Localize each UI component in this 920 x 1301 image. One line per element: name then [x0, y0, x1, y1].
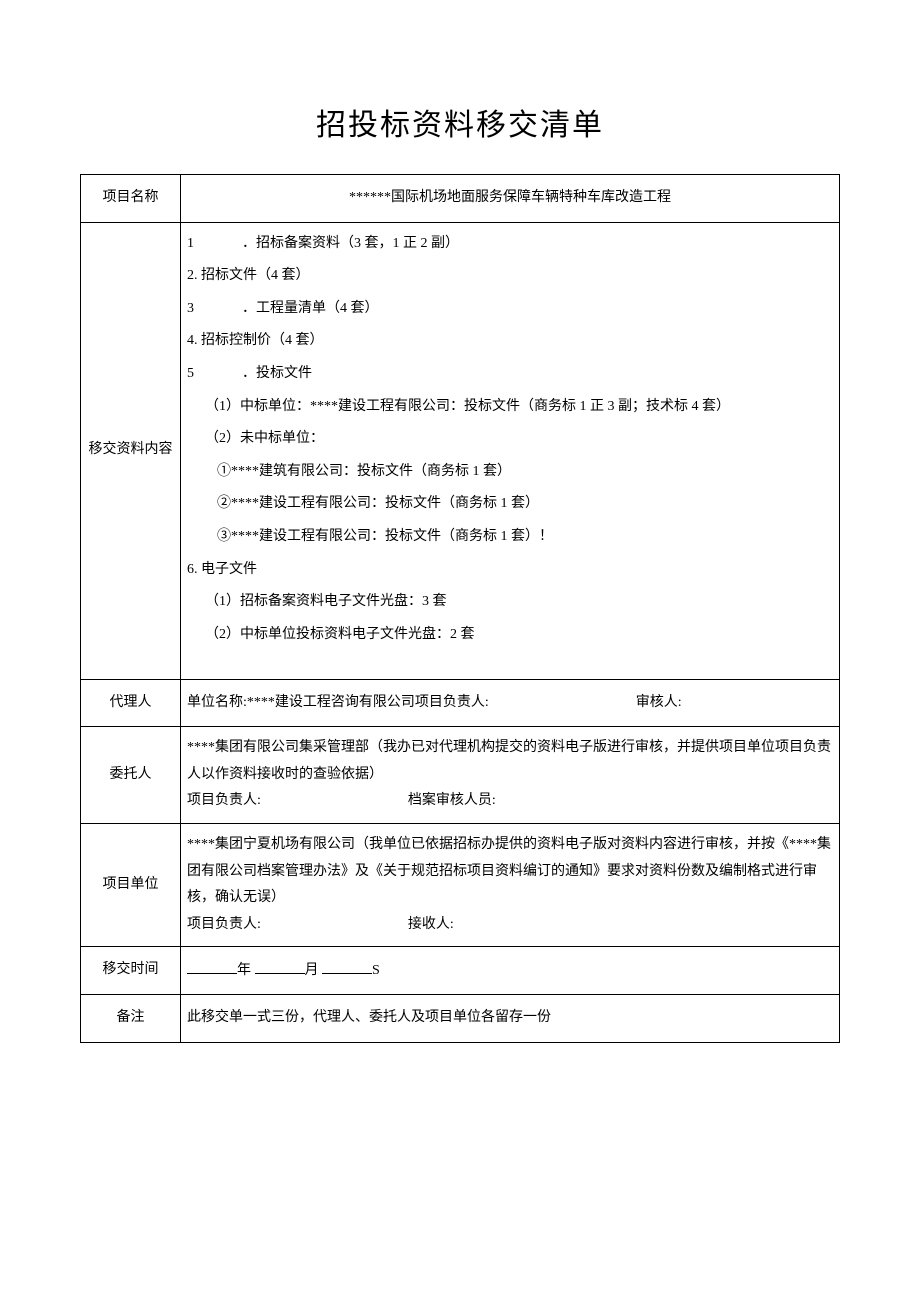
material-item-text: ．招标备案资料（3 套，1 正 2 副） — [242, 236, 459, 251]
document-title: 招投标资料移交清单 — [80, 100, 840, 144]
material-item-number: 5 — [187, 366, 194, 381]
material-item: 3 ．工程量清单（4 套） — [187, 296, 833, 323]
handover-table: 项目名称 ******国际机场地面服务保障车辆特种车库改造工程 移交资料内容 1… — [80, 174, 840, 1043]
label-client: 委托人 — [81, 727, 181, 824]
material-item-text: 招标控制价（4 套） — [198, 333, 324, 348]
material-item: （2）未中标单位： — [187, 426, 833, 453]
material-item: ①****建筑有限公司：投标文件（商务标 1 套） — [187, 459, 833, 486]
row-unit: 项目单位 ****集团宁夏机场有限公司（我单位已依据招标办提供的资料电子版对资料… — [81, 823, 840, 946]
material-item-text: （1）中标单位：****建设工程有限公司：投标文件（商务标 1 正 3 副；技术… — [205, 399, 730, 414]
unit-desc: ****集团宁夏机场有限公司（我单位已依据招标办提供的资料电子版对资料内容进行审… — [187, 832, 833, 912]
value-remark: 此移交单一式三份，代理人、委托人及项目单位各留存一份 — [181, 994, 840, 1042]
row-remark: 备注 此移交单一式三份，代理人、委托人及项目单位各留存一份 — [81, 994, 840, 1042]
material-item: （1）中标单位：****建设工程有限公司：投标文件（商务标 1 正 3 副；技术… — [187, 394, 833, 421]
blank-year — [187, 957, 237, 974]
material-item-number: 6. — [187, 562, 198, 577]
client-pm-label: 项目负责人: — [187, 793, 261, 808]
material-item: 6. 电子文件 — [187, 557, 833, 584]
value-client: ****集团有限公司集采管理部（我办已对代理机构提交的资料电子版进行审核，并提供… — [181, 727, 840, 824]
row-materials: 移交资料内容 1 ．招标备案资料（3 套，1 正 2 副） 2. 招标文件（4 套）… — [81, 222, 840, 679]
material-item-text: 电子文件 — [198, 562, 258, 577]
unit-pm-label: 项目负责人: — [187, 917, 261, 932]
material-item-text: （2）未中标单位： — [205, 431, 324, 446]
material-item-number: 4. — [187, 333, 198, 348]
material-item-text: 招标文件（4 套） — [198, 268, 310, 283]
material-item-number: 2. — [187, 268, 198, 283]
value-time: 年 月 S — [181, 947, 840, 995]
label-project-name: 项目名称 — [81, 175, 181, 223]
time-s: S — [372, 963, 380, 978]
row-time: 移交时间 年 月 S — [81, 947, 840, 995]
value-project-name: ******国际机场地面服务保障车辆特种车库改造工程 — [181, 175, 840, 223]
time-year: 年 — [237, 963, 255, 978]
material-item: ②****建设工程有限公司：投标文件（商务标 1 套） — [187, 491, 833, 518]
value-materials: 1 ．招标备案资料（3 套，1 正 2 副） 2. 招标文件（4 套） 3 ．工程量清单… — [181, 222, 840, 679]
material-item-text: ①****建筑有限公司：投标文件（商务标 1 套） — [217, 464, 511, 479]
material-item: 2. 招标文件（4 套） — [187, 263, 833, 290]
label-unit: 项目单位 — [81, 823, 181, 946]
material-item-text: ③****建设工程有限公司：投标文件（商务标 1 套）！ — [217, 529, 553, 544]
blank-s — [322, 957, 372, 974]
material-item-text: ．工程量清单（4 套） — [242, 301, 379, 316]
label-time: 移交时间 — [81, 947, 181, 995]
client-desc: ****集团有限公司集采管理部（我办已对代理机构提交的资料电子版进行审核，并提供… — [187, 735, 833, 788]
material-item-number: 3 — [187, 301, 194, 316]
material-item-text: ．投标文件 — [242, 366, 312, 381]
material-item: （1）招标备案资料电子文件光盘：3 套 — [187, 589, 833, 616]
agent-reviewer-label: 审核人: — [636, 695, 682, 710]
material-item-text: （2）中标单位投标资料电子文件光盘：2 套 — [205, 627, 475, 642]
unit-receiver-label: 接收人: — [408, 917, 454, 932]
value-agent: 单位名称:****建设工程咨询有限公司项目负责人: 审核人: — [181, 679, 840, 727]
material-item: 4. 招标控制价（4 套） — [187, 328, 833, 355]
value-unit: ****集团宁夏机场有限公司（我单位已依据招标办提供的资料电子版对资料内容进行审… — [181, 823, 840, 946]
label-remark: 备注 — [81, 994, 181, 1042]
material-item: ③****建设工程有限公司：投标文件（商务标 1 套）！ — [187, 524, 833, 551]
label-agent: 代理人 — [81, 679, 181, 727]
material-item-text: ②****建设工程有限公司：投标文件（商务标 1 套） — [217, 496, 539, 511]
row-client: 委托人 ****集团有限公司集采管理部（我办已对代理机构提交的资料电子版进行审核… — [81, 727, 840, 824]
material-item: （2）中标单位投标资料电子文件光盘：2 套 — [187, 622, 833, 649]
time-month: 月 — [305, 963, 323, 978]
blank-month — [255, 957, 305, 974]
row-agent: 代理人 单位名称:****建设工程咨询有限公司项目负责人: 审核人: — [81, 679, 840, 727]
material-item-text: （1）招标备案资料电子文件光盘：3 套 — [205, 594, 447, 609]
material-item: 1 ．招标备案资料（3 套，1 正 2 副） — [187, 231, 833, 258]
row-project-name: 项目名称 ******国际机场地面服务保障车辆特种车库改造工程 — [81, 175, 840, 223]
client-archiver-label: 档案审核人员: — [408, 793, 496, 808]
agent-prefix: 单位名称:****建设工程咨询有限公司项目负责人: — [187, 695, 489, 710]
material-item-number: 1 — [187, 236, 194, 251]
material-item: 5 ．投标文件 — [187, 361, 833, 388]
label-materials: 移交资料内容 — [81, 222, 181, 679]
